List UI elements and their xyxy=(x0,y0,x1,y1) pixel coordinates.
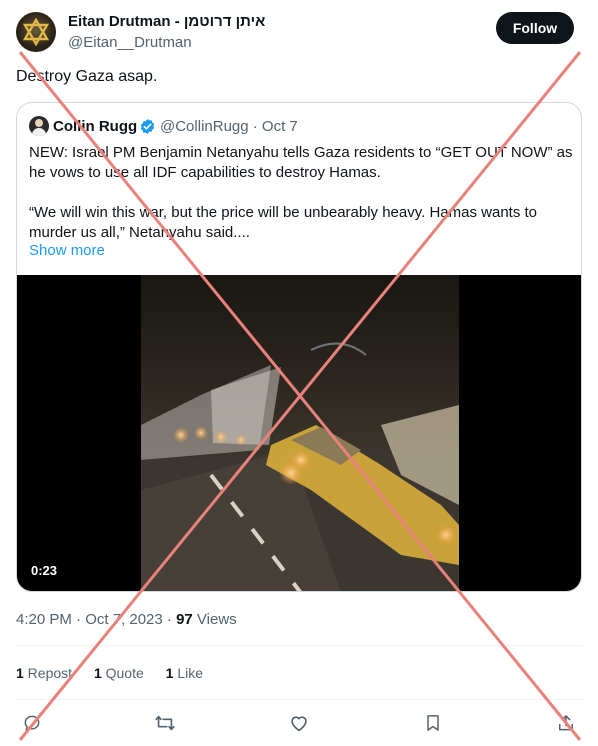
tweet-timestamp[interactable]: 4:20 PM · Oct 7, 2023 · xyxy=(16,611,176,628)
views-count: 97 xyxy=(176,611,193,628)
retweet-icon xyxy=(155,715,175,731)
engagement-stats: 1 Repost 1 Quote 1 Like xyxy=(16,665,221,681)
quoted-text: NEW: Israel PM Benjamin Netanyahu tells … xyxy=(29,143,574,243)
quoted-author-avatar[interactable] xyxy=(29,116,49,136)
quotes-count: 1 xyxy=(93,665,102,681)
video-thumbnail xyxy=(141,275,459,591)
video-duration: 0:23 xyxy=(31,563,58,578)
show-more-link[interactable]: Show more xyxy=(29,242,105,259)
action-bar xyxy=(0,709,598,737)
tweet-text: Destroy Gaza asap. xyxy=(16,68,158,85)
tweet-meta: 4:20 PM · Oct 7, 2023 · 97 Views xyxy=(16,611,237,628)
reposts-label: Repost xyxy=(23,665,73,681)
follow-button[interactable]: Follow xyxy=(496,12,574,44)
bookmark-button[interactable] xyxy=(419,709,447,737)
bookmark-icon xyxy=(427,715,439,731)
verified-badge-icon xyxy=(140,119,155,134)
star-of-david-icon xyxy=(22,17,50,47)
share-button[interactable] xyxy=(552,709,580,737)
quoted-tweet[interactable]: Collin Rugg @CollinRugg · Oct 7 NEW: Isr… xyxy=(16,102,582,592)
likes-label: Like xyxy=(173,665,204,681)
likes-stat[interactable]: 1 Like xyxy=(166,665,203,681)
author-name[interactable]: Eitan Drutman - איתן דרוטמן xyxy=(68,13,265,30)
like-icon xyxy=(291,716,307,732)
divider xyxy=(16,699,582,700)
repost-button[interactable] xyxy=(151,709,179,737)
divider xyxy=(16,645,582,646)
reposts-stat[interactable]: 1 Repost xyxy=(16,665,72,681)
tweet: Eitan Drutman - איתן דרוטמן @Eitan__Drut… xyxy=(0,0,598,746)
reply-button[interactable] xyxy=(18,709,46,737)
quotes-stat[interactable]: 1 Quote xyxy=(94,665,144,681)
quoted-paragraph-2: “We will win this war, but the price wil… xyxy=(29,204,538,241)
quoted-handle-date[interactable]: @CollinRugg · Oct 7 xyxy=(160,118,298,135)
reply-icon xyxy=(24,715,40,731)
share-icon xyxy=(559,715,573,731)
author-handle[interactable]: @Eitan__Drutman xyxy=(68,34,192,51)
author-avatar[interactable] xyxy=(16,12,56,52)
like-button[interactable] xyxy=(285,709,313,737)
quotes-label: Quote xyxy=(101,665,144,681)
views-label: Views xyxy=(192,611,237,628)
quoted-author-name[interactable]: Collin Rugg xyxy=(53,118,137,135)
quoted-paragraph-1: NEW: Israel PM Benjamin Netanyahu tells … xyxy=(29,144,573,181)
video-player[interactable]: 0:23 xyxy=(17,275,581,591)
reposts-count: 1 xyxy=(16,665,24,681)
